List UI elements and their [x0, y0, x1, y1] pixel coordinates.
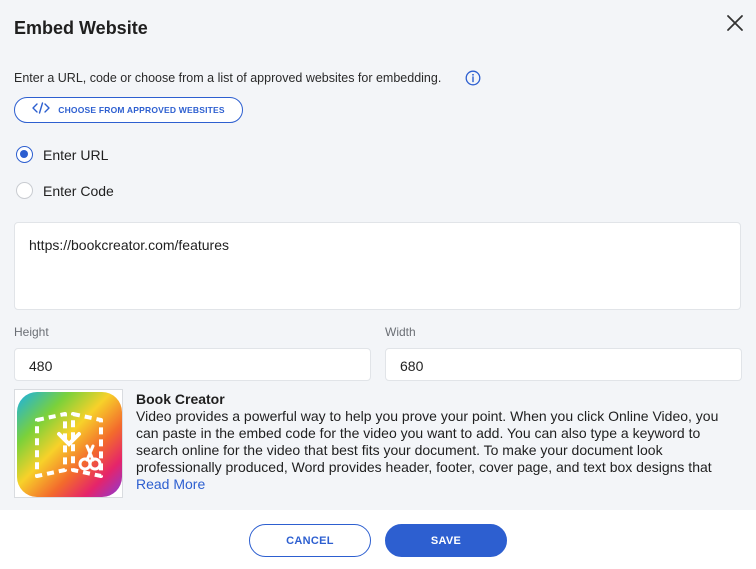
save-button[interactable]: SAVE	[385, 524, 507, 557]
code-icon	[32, 101, 50, 119]
embed-website-dialog: Embed Website Enter a URL, code or choos…	[0, 0, 756, 569]
book-creator-logo	[14, 389, 123, 498]
approved-button-label: CHOOSE FROM APPROVED WEBSITES	[58, 105, 225, 115]
radio-enter-url-indicator[interactable]	[16, 146, 33, 163]
cancel-button[interactable]: CANCEL	[249, 524, 371, 557]
radio-enter-code-indicator[interactable]	[16, 182, 33, 199]
website-card: Book Creator Video provides a powerful w…	[14, 389, 741, 499]
dialog-title: Embed Website	[14, 18, 148, 38]
dialog-description: Enter a URL, code or choose from a list …	[14, 71, 442, 85]
width-input[interactable]: 680	[385, 348, 742, 381]
choose-approved-websites-button[interactable]: CHOOSE FROM APPROVED WEBSITES	[14, 97, 243, 123]
height-input[interactable]: 480	[14, 348, 371, 381]
dialog-footer: CANCEL SAVE	[0, 510, 756, 569]
website-description: Video provides a powerful way to help yo…	[136, 408, 719, 475]
height-label: Height	[14, 325, 49, 339]
read-more-link[interactable]: Read More	[136, 476, 205, 492]
radio-enter-code-label: Enter Code	[43, 182, 114, 199]
website-name: Book Creator	[136, 391, 225, 407]
radio-enter-code[interactable]: Enter Code	[16, 182, 114, 199]
url-input[interactable]: https://bookcreator.com/features	[14, 222, 741, 310]
radio-enter-url-label: Enter URL	[43, 146, 109, 163]
width-label: Width	[385, 325, 416, 339]
close-icon[interactable]	[724, 12, 746, 34]
radio-enter-url[interactable]: Enter URL	[16, 146, 108, 163]
info-icon[interactable]	[465, 70, 481, 86]
